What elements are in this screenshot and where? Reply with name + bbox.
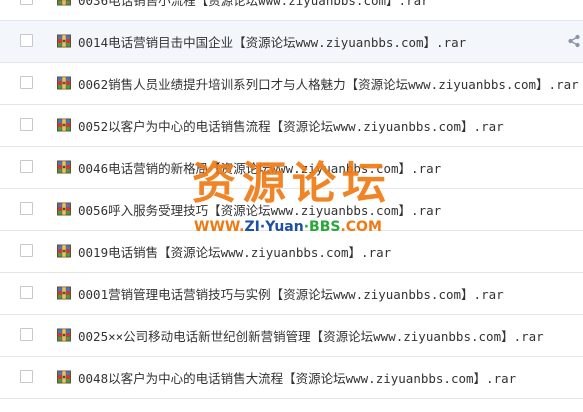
archive-file-icon (57, 370, 71, 384)
file-checkbox[interactable] (20, 244, 33, 257)
file-row[interactable]: 0046电话营销的新格局【资源论坛www.ziyuanbbs.com】.rar (0, 147, 583, 189)
file-name[interactable]: 0052以客户为中心的电话销售流程【资源论坛www.ziyuanbbs.com】… (78, 116, 504, 135)
file-checkbox[interactable] (20, 34, 33, 47)
file-name[interactable]: 0001营销管理电话营销技巧与实例【资源论坛www.ziyuanbbs.com】… (78, 284, 504, 303)
file-checkbox[interactable] (20, 76, 33, 89)
file-checkbox[interactable] (20, 286, 33, 299)
file-checkbox[interactable] (20, 202, 33, 215)
file-name[interactable]: 0056呼入服务受理技巧【资源论坛www.ziyuanbbs.com】.rar (78, 200, 441, 219)
file-name[interactable]: 0014电话营销目击中国企业【资源论坛www.ziyuanbbs.com】.ra… (78, 32, 466, 51)
file-name[interactable]: 0046电话营销的新格局【资源论坛www.ziyuanbbs.com】.rar (78, 158, 441, 177)
archive-file-icon (57, 328, 71, 342)
file-checkbox[interactable] (20, 118, 33, 131)
file-list: 0036电话销售小流程【资源论坛www.ziyuanbbs.com】.rar 00… (0, 0, 583, 399)
file-name[interactable]: 0025××公司移动电话新世纪创新营销管理【资源论坛www.ziyuanbbs.… (78, 326, 544, 345)
file-row[interactable]: 0052以客户为中心的电话销售流程【资源论坛www.ziyuanbbs.com】… (0, 105, 583, 147)
file-checkbox[interactable] (20, 0, 33, 5)
file-name[interactable]: 0062销售人员业绩提升培训系列口才与人格魅力【资源论坛www.ziyuanbb… (78, 74, 579, 93)
file-row[interactable]: 0001营销管理电话营销技巧与实例【资源论坛www.ziyuanbbs.com】… (0, 273, 583, 315)
archive-file-icon (57, 76, 71, 90)
archive-file-icon (57, 202, 71, 216)
file-checkbox[interactable] (20, 328, 33, 341)
share-icon[interactable] (567, 34, 581, 48)
file-row[interactable]: 0019电话销售【资源论坛www.ziyuanbbs.com】.rar (0, 231, 583, 273)
file-name[interactable]: 0048以客户为中心的电话销售大流程【资源论坛www.ziyuanbbs.com… (78, 368, 516, 387)
archive-file-icon (57, 34, 71, 48)
archive-file-icon (57, 244, 71, 258)
file-row[interactable]: 0014电话营销目击中国企业【资源论坛www.ziyuanbbs.com】.ra… (0, 21, 583, 63)
file-checkbox[interactable] (20, 370, 33, 383)
file-name[interactable]: 0036电话销售小流程【资源论坛www.ziyuanbbs.com】.rar (78, 0, 429, 9)
archive-file-icon (57, 286, 71, 300)
archive-file-icon (57, 0, 71, 6)
file-row[interactable]: 0048以客户为中心的电话销售大流程【资源论坛www.ziyuanbbs.com… (0, 357, 583, 399)
file-row[interactable]: 0056呼入服务受理技巧【资源论坛www.ziyuanbbs.com】.rar (0, 189, 583, 231)
archive-file-icon (57, 118, 71, 132)
file-name[interactable]: 0019电话销售【资源论坛www.ziyuanbbs.com】.rar (78, 242, 391, 261)
archive-file-icon (57, 160, 71, 174)
file-row[interactable]: 0025××公司移动电话新世纪创新营销管理【资源论坛www.ziyuanbbs.… (0, 315, 583, 357)
file-row[interactable]: 0036电话销售小流程【资源论坛www.ziyuanbbs.com】.rar (0, 0, 583, 21)
file-row[interactable]: 0062销售人员业绩提升培训系列口才与人格魅力【资源论坛www.ziyuanbb… (0, 63, 583, 105)
file-checkbox[interactable] (20, 160, 33, 173)
